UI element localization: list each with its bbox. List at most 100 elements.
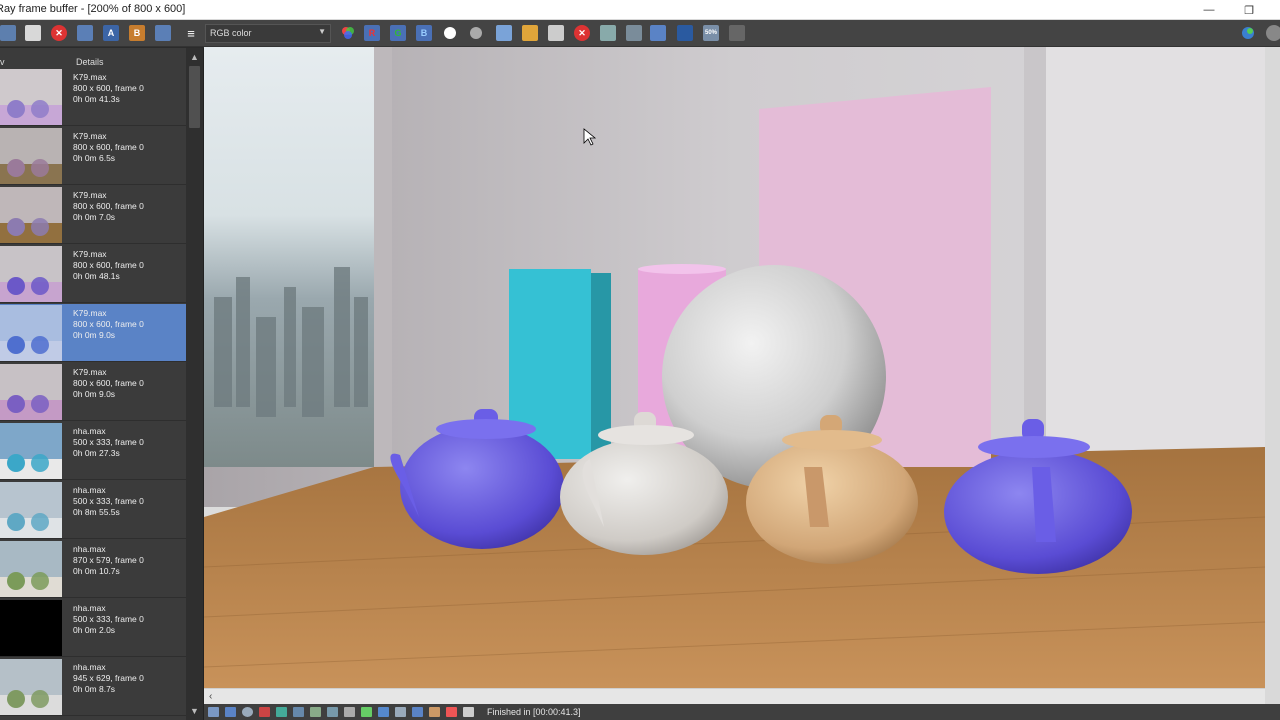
save-icon[interactable] [0, 25, 16, 41]
history-item[interactable]: K79.max 800 x 600, frame 0 0h 0m 9.0s [0, 363, 186, 421]
status-tool-icon-13[interactable] [412, 707, 423, 717]
status-tool-icon-10[interactable] [361, 707, 372, 717]
history-item-name: nha.max [73, 426, 106, 436]
status-tool-icon-14[interactable] [429, 707, 440, 717]
status-tool-icon-15[interactable] [446, 707, 457, 717]
status-tool-icon-5[interactable] [276, 707, 287, 717]
color-wheel-icon[interactable] [340, 25, 356, 41]
history-item-name: nha.max [73, 662, 106, 672]
viewport-h-scrollbar[interactable]: ‹ [204, 688, 1265, 704]
history-item-time: 0h 8m 55.5s [73, 507, 120, 517]
history-item[interactable]: K79.max 800 x 600, frame 0 0h 0m 9.0s [0, 304, 186, 362]
track-mouse-icon[interactable] [626, 25, 642, 41]
overlay-icon[interactable] [155, 25, 171, 41]
clear-icon[interactable]: ✕ [51, 25, 67, 41]
history-header-left: v [0, 57, 5, 67]
red-label: R [368, 28, 376, 38]
history-details: nha.max 500 x 333, frame 0 0h 8m 55.5s [73, 485, 144, 518]
green-label: G [394, 28, 402, 38]
history-item[interactable]: nha.max 945 x 629, frame 0 0h 0m 8.7s [0, 658, 186, 716]
restore-button[interactable]: ❐ [1226, 0, 1272, 20]
history-item-time: 0h 0m 41.3s [73, 94, 120, 104]
history-scroll-thumb[interactable] [189, 66, 200, 128]
clipboard-icon[interactable] [548, 25, 564, 41]
status-tool-icon-16[interactable] [463, 707, 474, 717]
text-a-label: A [107, 28, 115, 38]
history-item[interactable]: nha.max 870 x 579, frame 0 0h 0m 10.7s [0, 540, 186, 598]
render-viewport[interactable] [204, 47, 1265, 688]
info-icon[interactable] [242, 707, 253, 717]
history-details: nha.max 500 x 333, frame 0 0h 0m 27.3s [73, 426, 144, 459]
mono-icon[interactable] [470, 27, 482, 39]
channel-select[interactable]: RGB color ▼ [205, 24, 331, 43]
history-details: K79.max 800 x 600, frame 0 0h 0m 6.5s [73, 131, 144, 164]
history-item[interactable]: K79.max 800 x 600, frame 0 0h 0m 41.3s [0, 68, 186, 126]
display-correction-icon[interactable] [677, 25, 693, 41]
red-channel-button[interactable]: R [364, 25, 380, 41]
viewport-v-scrollbar[interactable] [1265, 47, 1280, 704]
pan-icon[interactable] [729, 25, 745, 41]
history-item-resolution: 500 x 333, frame 0 [73, 496, 144, 506]
stop-render-icon[interactable]: ✕ [574, 25, 590, 41]
clone-icon[interactable] [25, 25, 41, 41]
history-thumbnail [0, 187, 62, 243]
status-tool-icon-9[interactable] [344, 707, 355, 717]
history-item-name: K79.max [73, 308, 107, 318]
history-item[interactable]: nha.max 500 x 333, frame 0 0h 8m 55.5s [0, 481, 186, 539]
history-thumbnail [0, 364, 62, 420]
history-item-time: 0h 0m 48.1s [73, 271, 120, 281]
history-thumbnail [0, 659, 62, 715]
history-item-time: 0h 0m 27.3s [73, 448, 120, 458]
history-item[interactable]: K79.max 800 x 600, frame 0 0h 0m 7.0s [0, 186, 186, 244]
history-thumbnail [0, 600, 62, 656]
status-tool-icon-12[interactable] [395, 707, 406, 717]
scroll-up-icon[interactable]: ▲ [190, 52, 199, 62]
status-tool-icon-1[interactable] [208, 707, 219, 717]
history-item-resolution: 800 x 600, frame 0 [73, 260, 144, 270]
text-a-icon[interactable]: A [103, 25, 119, 41]
history-item-resolution: 500 x 333, frame 0 [73, 614, 144, 624]
scroll-left-icon[interactable]: ‹ [209, 691, 212, 702]
history-item-time: 0h 0m 9.0s [73, 330, 116, 340]
history-item-time: 0h 0m 2.0s [73, 625, 116, 635]
chevron-down-icon: ▼ [318, 27, 326, 36]
status-tool-icon-4[interactable] [259, 707, 270, 717]
history-item-name: K79.max [73, 131, 107, 141]
history-item-name: K79.max [73, 249, 107, 259]
status-tool-icon-8[interactable] [327, 707, 338, 717]
history-item-time: 0h 0m 8.7s [73, 684, 116, 694]
status-tool-icon-11[interactable] [378, 707, 389, 717]
status-tool-icon-6[interactable] [293, 707, 304, 717]
blue-channel-button[interactable]: B [416, 25, 432, 41]
alpha-white-icon[interactable] [444, 27, 456, 39]
open-folder-icon[interactable] [522, 25, 538, 41]
status-tool-icon-7[interactable] [310, 707, 321, 717]
history-details: nha.max 870 x 579, frame 0 0h 0m 10.7s [73, 544, 144, 577]
lens-effects-icon[interactable] [650, 25, 666, 41]
title-bar: Ray frame buffer - [200% of 800 x 600] —… [0, 0, 1280, 20]
history-item[interactable]: nha.max 500 x 333, frame 0 0h 0m 27.3s [0, 422, 186, 480]
history-header: v Details [0, 54, 186, 68]
history-scrollbar[interactable]: ▲ ▼ [186, 48, 203, 720]
scroll-down-icon[interactable]: ▼ [190, 706, 199, 716]
channel-select-value: RGB color [210, 28, 252, 38]
history-item-resolution: 870 x 579, frame 0 [73, 555, 144, 565]
globe-icon[interactable] [1240, 25, 1256, 41]
menu-icon[interactable]: ≡ [183, 25, 199, 41]
history-item[interactable]: K79.max 800 x 600, frame 0 0h 0m 6.5s [0, 127, 186, 185]
text-b-icon[interactable]: B [129, 25, 145, 41]
history-item[interactable]: K79.max 800 x 600, frame 0 0h 0m 48.1s [0, 245, 186, 303]
history-item[interactable]: nha.max 500 x 333, frame 0 0h 0m 2.0s [0, 599, 186, 657]
region-icon[interactable] [600, 25, 616, 41]
save-image-icon[interactable] [496, 25, 512, 41]
status-text: Finished in [00:00:41.3] [487, 707, 581, 717]
settings-icon[interactable] [1266, 25, 1280, 41]
history-thumbnail [0, 482, 62, 538]
status-tool-icon-2[interactable] [225, 707, 236, 717]
zoom-badge[interactable]: 50% [703, 25, 719, 41]
history-item-resolution: 800 x 600, frame 0 [73, 142, 144, 152]
layers-icon[interactable] [77, 25, 93, 41]
green-channel-button[interactable]: G [390, 25, 406, 41]
history-details: nha.max 500 x 333, frame 0 0h 0m 2.0s [73, 603, 144, 636]
history-item-name: K79.max [73, 367, 107, 377]
